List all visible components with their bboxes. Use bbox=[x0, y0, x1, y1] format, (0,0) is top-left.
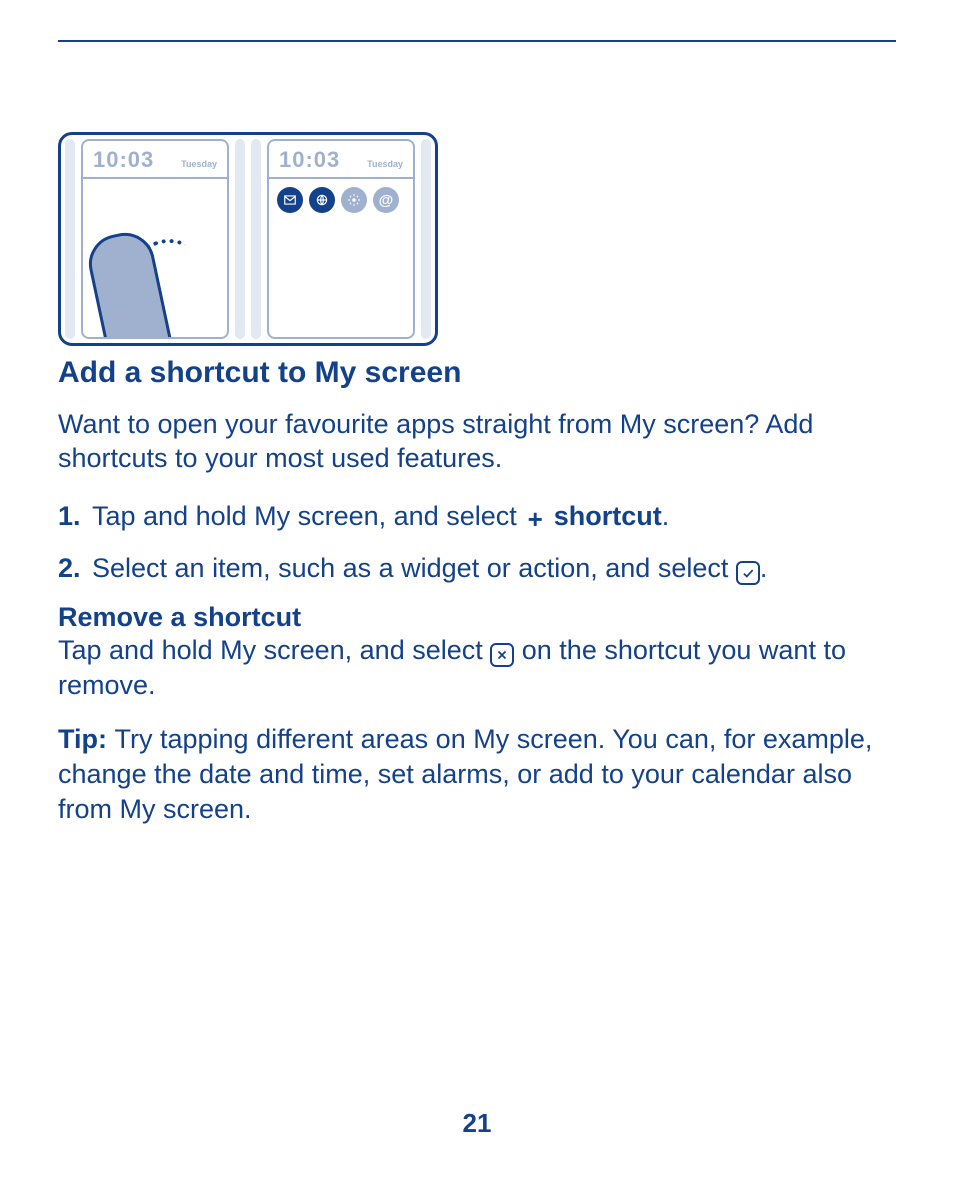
globe-icon bbox=[309, 187, 335, 213]
checkmark-box-icon bbox=[736, 561, 760, 585]
phone-screen-before: 10:03 Tuesday bbox=[81, 139, 229, 339]
status-bar: 10:03 Tuesday bbox=[83, 141, 227, 179]
clock-time: 10:03 bbox=[279, 147, 340, 173]
mail-icon bbox=[277, 187, 303, 213]
illustration: 10:03 Tuesday 10:03 Tuesday bbox=[58, 132, 438, 346]
step-list: 1. Tap and hold My screen, and select + … bbox=[58, 498, 896, 587]
step-number: 1. bbox=[58, 498, 81, 534]
step-text-end: . bbox=[760, 553, 768, 583]
status-bar: 10:03 Tuesday bbox=[269, 141, 413, 179]
step-text-end: . bbox=[662, 501, 670, 531]
manual-page: 10:03 Tuesday 10:03 Tuesday bbox=[0, 0, 954, 827]
plus-icon: + bbox=[524, 508, 546, 530]
tip-label: Tip: bbox=[58, 724, 115, 754]
at-icon: @ bbox=[373, 187, 399, 213]
phone-content bbox=[83, 179, 227, 337]
intro-text: Want to open your favourite apps straigh… bbox=[58, 408, 896, 476]
top-rule bbox=[58, 40, 896, 42]
tip-body: Try tapping different areas on My screen… bbox=[58, 724, 872, 824]
remove-text-a: Tap and hold My screen, and select bbox=[58, 635, 490, 665]
page-number: 21 bbox=[0, 1108, 954, 1139]
clock-day: Tuesday bbox=[181, 159, 217, 169]
phone-screen-after: 10:03 Tuesday @ bbox=[267, 139, 415, 339]
remove-body: Tap and hold My screen, and select on th… bbox=[58, 633, 896, 703]
gear-icon bbox=[341, 187, 367, 213]
shortcut-label: shortcut bbox=[546, 501, 662, 531]
phone-edge-mid-left bbox=[235, 139, 245, 339]
step-1: 1. Tap and hold My screen, and select + … bbox=[58, 498, 896, 534]
phone-edge-right bbox=[421, 139, 431, 339]
step-2: 2. Select an item, such as a widget or a… bbox=[58, 550, 896, 586]
clock-day: Tuesday bbox=[367, 159, 403, 169]
clock-time: 10:03 bbox=[93, 147, 154, 173]
shortcut-row: @ bbox=[269, 179, 413, 221]
step-text: Tap and hold My screen, and select bbox=[92, 501, 524, 531]
close-box-icon bbox=[490, 643, 514, 667]
remove-heading: Remove a shortcut bbox=[58, 602, 896, 633]
step-text: Select an item, such as a widget or acti… bbox=[92, 553, 736, 583]
section-heading: Add a shortcut to My screen bbox=[58, 356, 896, 390]
step-number: 2. bbox=[58, 550, 81, 586]
phone-edge-left bbox=[65, 139, 75, 339]
tip-paragraph: Tip: Try tapping different areas on My s… bbox=[58, 722, 896, 827]
phone-edge-mid-right bbox=[251, 139, 261, 339]
